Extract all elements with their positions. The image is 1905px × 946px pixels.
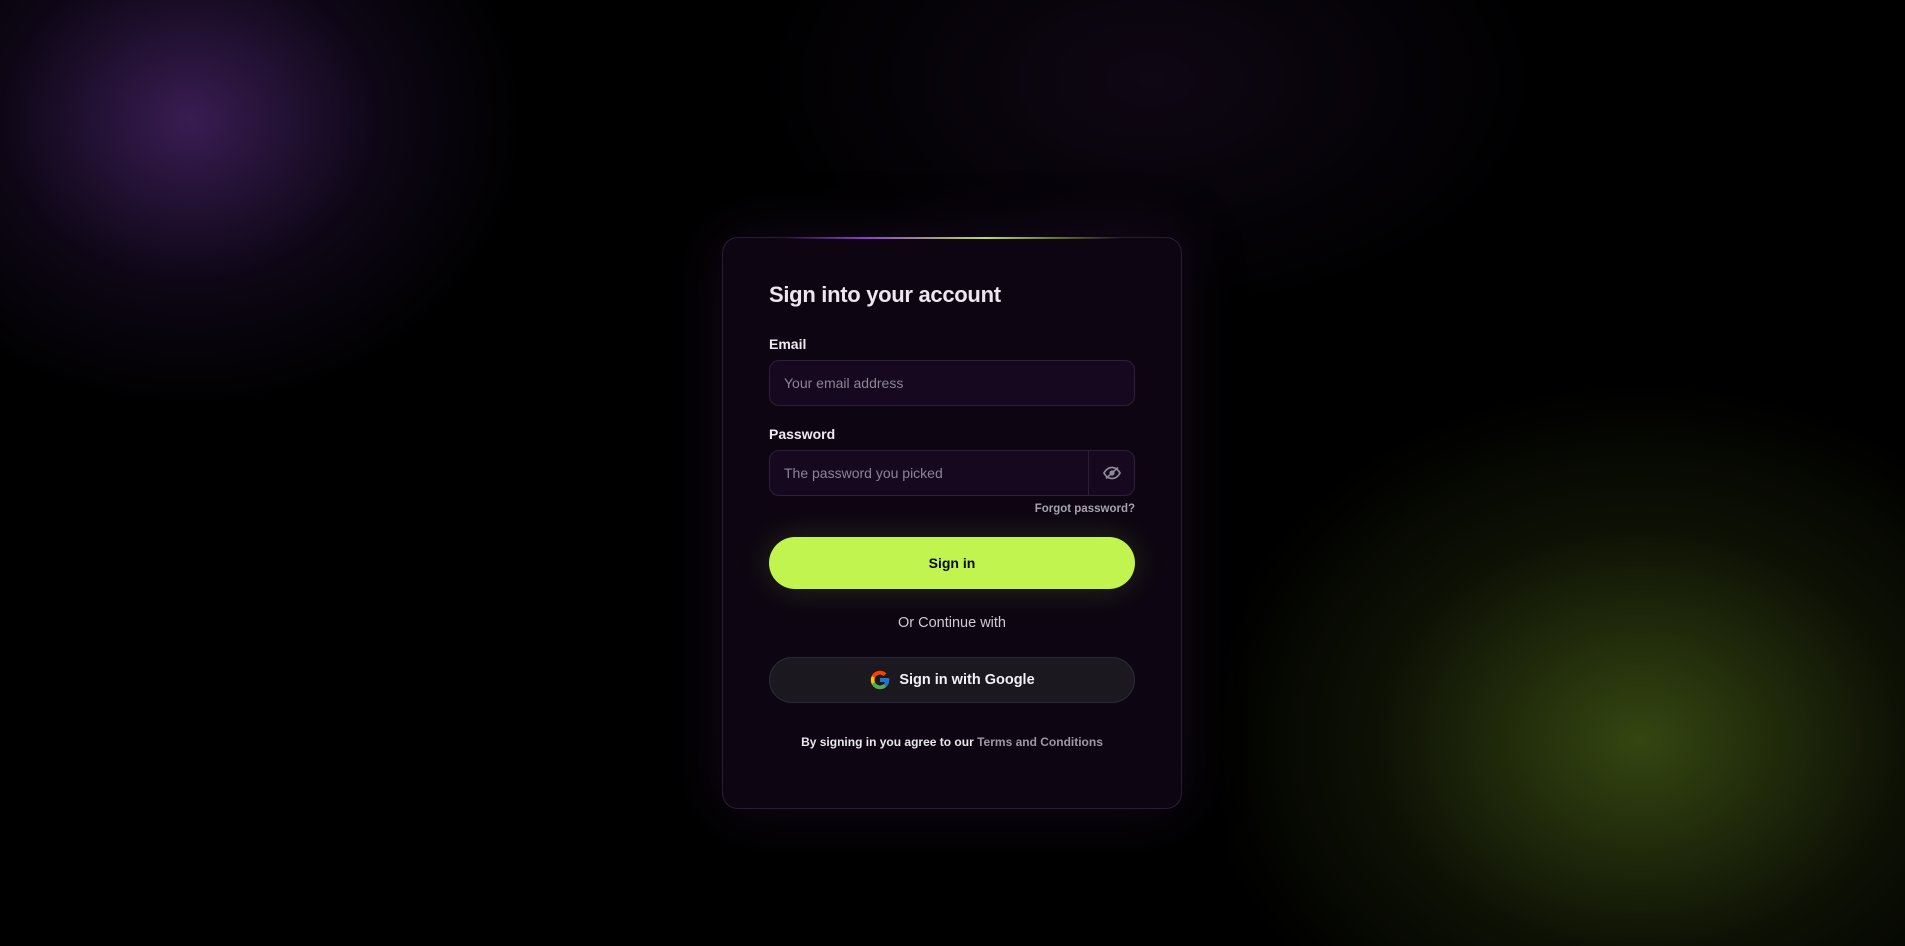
google-icon bbox=[871, 670, 890, 690]
terms-prefix: By signing in you agree to our bbox=[801, 735, 974, 749]
eye-icon bbox=[1102, 466, 1121, 480]
continue-with-divider: Or Continue with bbox=[898, 615, 1006, 631]
login-card: Sign into your account Email Password Fo… bbox=[722, 237, 1182, 809]
forgot-password-link[interactable]: Forgot password? bbox=[769, 503, 1135, 515]
password-field-wrapper bbox=[769, 450, 1135, 496]
email-field[interactable] bbox=[770, 361, 1134, 405]
email-label: Email bbox=[769, 336, 807, 352]
page-title: Sign into your account bbox=[769, 282, 1001, 307]
google-button-label: Sign in with Google bbox=[899, 672, 1035, 688]
terms-and-conditions-link[interactable]: Terms and Conditions bbox=[977, 735, 1103, 749]
password-label: Password bbox=[769, 426, 836, 442]
toggle-password-visibility-button[interactable] bbox=[1088, 451, 1134, 495]
google-sign-in-button[interactable]: Sign in with Google bbox=[769, 657, 1135, 703]
card-top-accent bbox=[783, 237, 1121, 239]
terms-notice: By signing in you agree to our Terms and… bbox=[769, 735, 1135, 749]
password-field[interactable] bbox=[770, 451, 1090, 495]
sign-in-button[interactable]: Sign in bbox=[769, 537, 1135, 589]
email-field-wrapper bbox=[769, 360, 1135, 406]
